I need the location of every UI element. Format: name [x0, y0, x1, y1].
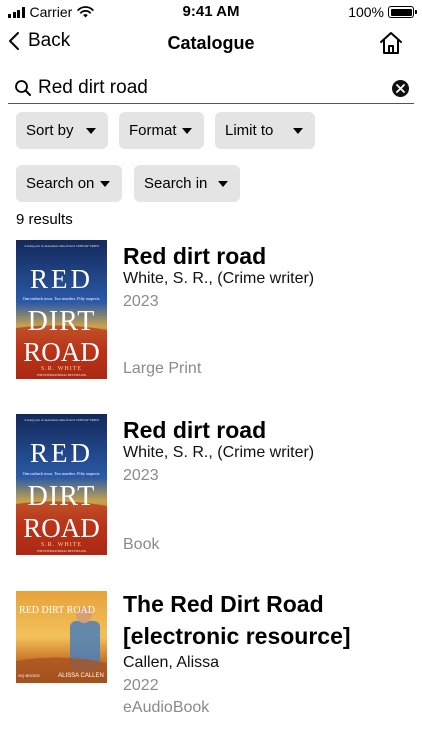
result-item[interactable]: THE RED DIRT ROAD ALISSA CALLEN HQ BOOKS…: [16, 588, 416, 728]
home-button[interactable]: [378, 30, 404, 56]
book-cover: 'A rising star of Australian crime ficti…: [16, 240, 107, 379]
svg-text:RED: RED: [30, 264, 93, 294]
result-item[interactable]: 'A rising star of Australian crime ficti…: [16, 414, 416, 555]
caret-down-icon: [218, 181, 228, 187]
result-year: 2022: [123, 677, 159, 694]
close-icon: [396, 84, 405, 93]
result-author: White, S. R., (Crime writer): [123, 444, 315, 461]
book-cover: THE RED DIRT ROAD ALISSA CALLEN HQ BOOKS: [16, 591, 107, 683]
back-label: Back: [28, 30, 71, 51]
book-cover: 'A rising star of Australian crime ficti…: [16, 414, 107, 555]
format-label: Format: [129, 122, 177, 139]
result-format: eAudioBook: [123, 699, 210, 716]
clear-search-button[interactable]: [392, 80, 409, 97]
home-icon: [380, 32, 402, 54]
limit-to-dropdown[interactable]: Limit to: [215, 112, 315, 149]
result-author: Callen, Alissa: [123, 654, 220, 671]
svg-text:DIRT: DIRT: [28, 306, 96, 337]
book-cover-image: 'A rising star of Australian crime ficti…: [16, 414, 107, 555]
result-title: The Red Dirt Road [electronic resource]: [123, 588, 413, 652]
caret-down-icon: [293, 128, 303, 134]
sort-by-label: Sort by: [26, 122, 74, 139]
result-item[interactable]: 'A rising star of Australian crime ficti…: [16, 240, 416, 380]
svg-text:THE INTERNATIONAL BESTSELLER: THE INTERNATIONAL BESTSELLER: [37, 549, 87, 553]
result-title-line: [electronic resource]: [123, 623, 351, 649]
svg-text:THE RED DIRT ROAD: THE RED DIRT ROAD: [16, 605, 95, 616]
result-title: Red dirt road: [123, 417, 267, 443]
svg-text:ROAD: ROAD: [23, 513, 100, 543]
svg-text:S.R. WHITE: S.R. WHITE: [41, 366, 82, 372]
search-in-dropdown[interactable]: Search in: [134, 165, 240, 202]
result-title-line: The Red Dirt Road: [123, 591, 324, 617]
svg-text:One outback town. Two murders.: One outback town. Two murders. Fifty sus…: [23, 471, 101, 476]
battery-icon: [388, 6, 417, 18]
search-on-label: Search on: [26, 175, 95, 192]
svg-text:'A rising star of Australian c: 'A rising star of Australian crime ficti…: [24, 244, 99, 248]
result-author: White, S. R., (Crime writer): [123, 270, 315, 287]
caret-down-icon: [100, 181, 110, 187]
search-bar: [8, 72, 414, 104]
status-right: 100%: [348, 4, 417, 20]
search-in-label: Search in: [144, 175, 208, 192]
format-dropdown[interactable]: Format: [119, 112, 204, 149]
result-format: Book: [123, 536, 160, 553]
caret-down-icon: [86, 128, 96, 134]
status-bar: Carrier 9:41 AM 100%: [0, 0, 422, 24]
battery-percent: 100%: [348, 4, 384, 20]
search-on-dropdown[interactable]: Search on: [16, 165, 122, 202]
book-cover-image: THE RED DIRT ROAD ALISSA CALLEN HQ BOOKS: [16, 591, 107, 683]
svg-text:'A rising star of Australian c: 'A rising star of Australian crime ficti…: [24, 418, 99, 422]
result-year: 2023: [123, 293, 159, 310]
svg-text:ROAD: ROAD: [23, 337, 100, 367]
svg-text:RED: RED: [30, 438, 93, 468]
chevron-left-icon: [9, 32, 19, 50]
svg-text:ALISSA CALLEN: ALISSA CALLEN: [58, 673, 104, 679]
search-icon: [15, 79, 31, 96]
results-count: 9 results: [16, 211, 73, 228]
result-year: 2023: [123, 467, 159, 484]
svg-text:THE INTERNATIONAL BESTSELLER: THE INTERNATIONAL BESTSELLER: [37, 373, 87, 377]
limit-to-label: Limit to: [225, 122, 274, 139]
result-format: Large Print: [123, 360, 202, 377]
back-button[interactable]: Back: [8, 30, 70, 52]
svg-text:HQ BOOKS: HQ BOOKS: [18, 673, 40, 678]
sort-by-dropdown[interactable]: Sort by: [16, 112, 108, 149]
navigation-bar: Back Catalogue: [0, 26, 422, 62]
search-input[interactable]: [38, 76, 378, 99]
result-title: Red dirt road: [123, 243, 267, 269]
book-cover-image: 'A rising star of Australian crime ficti…: [16, 240, 107, 379]
caret-down-icon: [182, 128, 192, 134]
svg-text:DIRT: DIRT: [28, 481, 96, 512]
svg-text:One outback town. Two murders.: One outback town. Two murders. Fifty sus…: [23, 296, 101, 301]
svg-text:S.R. WHITE: S.R. WHITE: [41, 542, 82, 548]
